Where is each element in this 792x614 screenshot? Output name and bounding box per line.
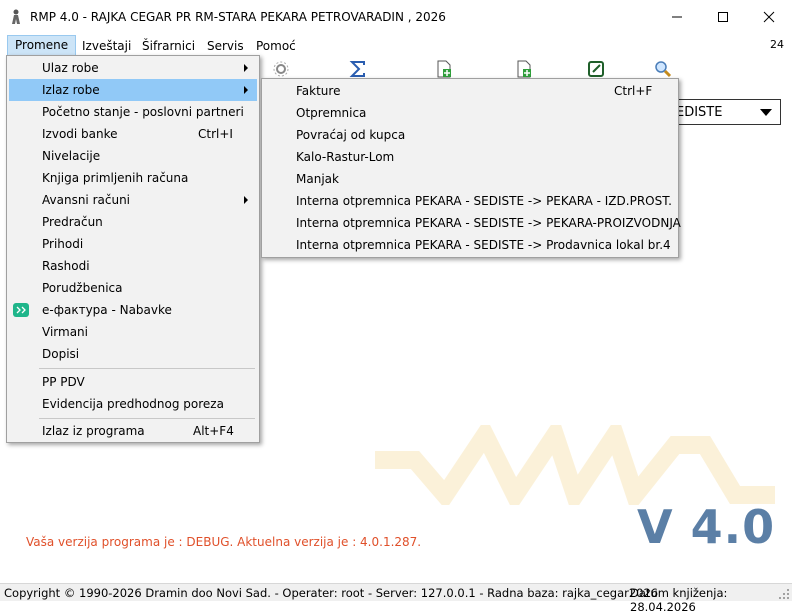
menu-promene[interactable]: Promene xyxy=(7,35,77,57)
status-bar: Copyright © 1990-2026 Dramin doo Novi Sa… xyxy=(0,583,792,614)
debug-version-text: Vaša verzija programa je : DEBUG. Aktuel… xyxy=(26,535,422,549)
maximize-button[interactable] xyxy=(700,0,746,34)
submenu-item-interna-otpremnica-prodavnica[interactable]: Interna otpremnica PEKARA - SEDISTE -> P… xyxy=(264,234,676,256)
submenu-item-fakture[interactable]: Fakture Ctrl+F xyxy=(264,80,676,102)
submenu-item-interna-otpremnica-izd-prost[interactable]: Interna otpremnica PEKARA - SEDISTE -> P… xyxy=(264,190,676,212)
menu-item-label: Porudžbenica xyxy=(42,281,123,295)
menu-item-nivelacije[interactable]: Nivelacije xyxy=(9,145,257,167)
menu-item-label: Interna otpremnica PEKARA - SEDISTE -> P… xyxy=(296,194,672,208)
close-button[interactable] xyxy=(746,0,792,34)
sum-icon[interactable] xyxy=(349,60,367,78)
submenu-arrow-icon xyxy=(244,196,248,204)
sef-icon xyxy=(13,303,29,317)
minimize-button[interactable] xyxy=(654,0,700,34)
app-figure-icon xyxy=(12,9,20,24)
submenu-item-otpremnica[interactable]: Otpremnica xyxy=(264,102,676,124)
status-posting-date: Datum knjiženja: 28.04.2026 xyxy=(630,586,728,614)
menu-bar: Promene Izveštaji Šifrarnici Servis Pomo… xyxy=(0,34,792,57)
submenu-item-kalo-rastur-lom[interactable]: Kalo-Rastur-Lom xyxy=(264,146,676,168)
menu-item-label: Povraćaj od kupca xyxy=(296,128,406,142)
menu-separator xyxy=(39,418,255,419)
menu-item-label: Manjak xyxy=(296,172,339,186)
menu-item-prihodi[interactable]: Prihodi xyxy=(9,233,257,255)
minimize-icon xyxy=(672,16,682,18)
izlaz-robe-submenu: Fakture Ctrl+F Otpremnica Povraćaj od ku… xyxy=(261,78,681,258)
menu-item-label: Prihodi xyxy=(42,237,84,251)
menu-item-label: Ulaz robe xyxy=(42,61,99,75)
submenu-arrow-icon xyxy=(244,64,248,72)
menu-item-label: PP PDV xyxy=(42,375,85,389)
submenu-item-povracaj-od-kupca[interactable]: Povraćaj od kupca xyxy=(264,124,676,146)
menu-item-predracun[interactable]: Predračun xyxy=(9,211,257,233)
maximize-icon xyxy=(718,12,728,22)
menu-item-label: Knjiga primljenih računa xyxy=(42,171,189,185)
submenu-item-interna-otpremnica-proizvodnja[interactable]: Interna otpremnica PEKARA - SEDISTE -> P… xyxy=(264,212,681,234)
menu-item-label: Interna otpremnica PEKARA - SEDISTE -> P… xyxy=(296,216,681,230)
menu-item-izlaz-iz-programa[interactable]: Izlaz iz programa Alt+F4 xyxy=(9,420,257,442)
menu-item-pocetno-stanje[interactable]: Početno stanje - poslovni partneri xyxy=(9,101,257,123)
watermark-logo xyxy=(375,425,775,505)
status-copyright: Copyright © 1990-2026 Dramin doo Novi Sa… xyxy=(4,586,659,600)
menu-item-avansni-racuni[interactable]: Avansni računi xyxy=(9,189,257,211)
menu-item-label: Evidencija predhodnog poreza xyxy=(42,397,224,411)
menu-sifrarnici[interactable]: Šifrarnici xyxy=(135,36,202,56)
menu-pomoc[interactable]: Pomoć xyxy=(249,36,303,56)
title-bar: RMP 4.0 - RAJKA CEGAR PR RM-STARA PEKARA… xyxy=(0,0,792,34)
close-icon xyxy=(763,11,775,23)
location-select[interactable]: EDISTE xyxy=(671,99,781,125)
menu-item-label: Izlaz robe xyxy=(42,83,100,97)
counter-value: 24 xyxy=(770,38,784,51)
menu-item-label: Početno stanje - poslovni partneri xyxy=(42,105,244,119)
menu-item-shortcut: Ctrl+I xyxy=(198,127,233,141)
menu-item-shortcut: Ctrl+F xyxy=(614,84,653,98)
menu-item-pp-pdv[interactable]: PP PDV xyxy=(9,371,257,393)
menu-item-label: Predračun xyxy=(42,215,103,229)
promene-menu: Ulaz robe Izlaz robe Početno stanje - po… xyxy=(6,55,260,443)
menu-item-label: Avansni računi xyxy=(42,193,131,207)
menu-item-ulaz-robe[interactable]: Ulaz robe xyxy=(9,57,257,79)
menu-servis[interactable]: Servis xyxy=(200,36,251,56)
menu-item-label: Otpremnica xyxy=(296,106,367,120)
menu-item-izlaz-robe[interactable]: Izlaz robe xyxy=(9,79,257,101)
menu-izvestaji[interactable]: Izveštaji xyxy=(75,36,138,56)
menu-item-dopisi[interactable]: Dopisi xyxy=(9,343,257,365)
resize-grip-icon[interactable] xyxy=(778,588,790,600)
menu-item-label: Rashodi xyxy=(42,259,90,273)
menu-item-label: Izvodi banke xyxy=(42,127,118,141)
edit-icon[interactable] xyxy=(587,60,605,78)
menu-item-porudzbenica[interactable]: Porudžbenica xyxy=(9,277,257,299)
new-document-icon[interactable] xyxy=(435,60,453,78)
submenu-arrow-icon xyxy=(244,86,248,94)
menu-item-e-faktura-nabavke[interactable]: е-фактура - Nabavke xyxy=(9,299,257,321)
menu-item-label: е-фактура - Nabavke xyxy=(42,303,172,317)
menu-item-evidencija-predhodnog-poreza[interactable]: Evidencija predhodnog poreza xyxy=(9,393,257,415)
menu-item-label: Dopisi xyxy=(42,347,80,361)
menu-item-label: Interna otpremnica PEKARA - SEDISTE -> P… xyxy=(296,238,671,252)
window-title: RMP 4.0 - RAJKA CEGAR PR RM-STARA PEKARA… xyxy=(30,10,446,24)
menu-item-virmani[interactable]: Virmani xyxy=(9,321,257,343)
search-icon[interactable] xyxy=(654,60,672,78)
menu-item-label: Izlaz iz programa xyxy=(42,424,145,438)
menu-item-rashodi[interactable]: Rashodi xyxy=(9,255,257,277)
menu-item-label: Nivelacije xyxy=(42,149,101,163)
location-select-value: EDISTE xyxy=(676,105,723,120)
add-document-icon[interactable] xyxy=(515,60,533,78)
menu-item-izvodi-banke[interactable]: Izvodi banke Ctrl+I xyxy=(9,123,257,145)
version-label: V 4.0 xyxy=(637,500,776,554)
menu-item-knjiga-primljenih-racuna[interactable]: Knjiga primljenih računa xyxy=(9,167,257,189)
submenu-item-manjak[interactable]: Manjak xyxy=(264,168,676,190)
menu-separator xyxy=(39,368,255,369)
menu-item-shortcut: Alt+F4 xyxy=(193,424,234,438)
menu-item-label: Virmani xyxy=(42,325,88,339)
menu-item-label: Fakture xyxy=(296,84,341,98)
chevron-down-icon xyxy=(760,109,772,116)
settings-gear-icon[interactable] xyxy=(272,60,290,78)
menu-item-label: Kalo-Rastur-Lom xyxy=(296,150,395,164)
